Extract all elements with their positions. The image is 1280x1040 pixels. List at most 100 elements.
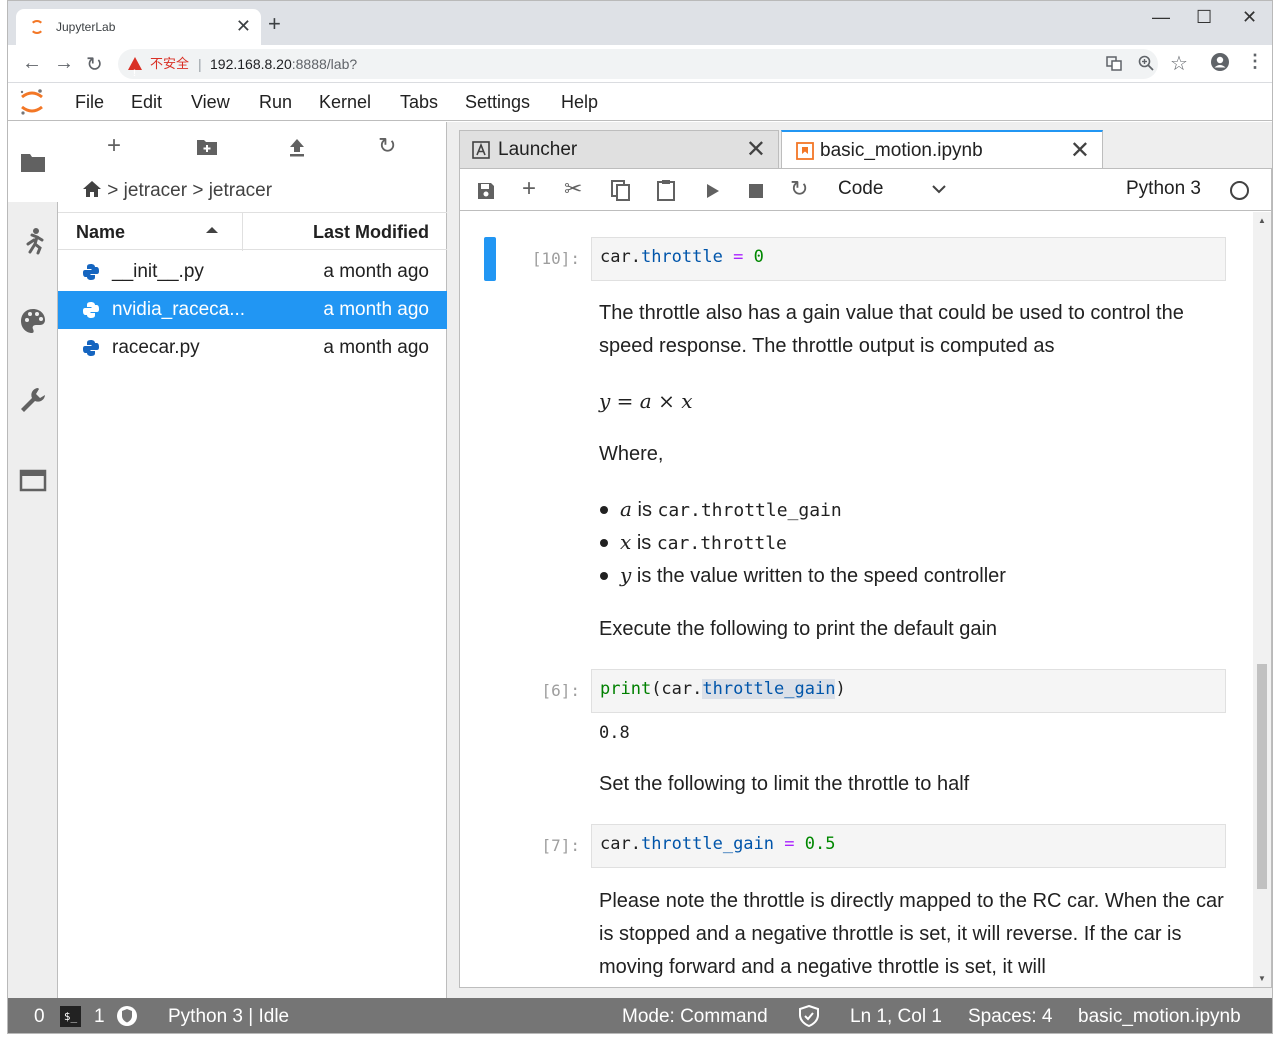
indent-spaces[interactable]: Spaces: 4 <box>968 1006 1053 1028</box>
menu-kernel[interactable]: Kernel <box>319 92 371 113</box>
menu-run[interactable]: Run <box>259 92 292 113</box>
new-folder-icon[interactable] <box>196 138 218 156</box>
menu-help[interactable]: Help <box>561 92 598 113</box>
cut-icon[interactable]: ✂ <box>564 176 582 202</box>
scroll-up-icon[interactable]: ▲ <box>1258 216 1266 225</box>
scrollbar-thumb[interactable] <box>1257 664 1267 889</box>
file-name: nvidia_raceca... <box>112 299 246 320</box>
cell-type-dropdown[interactable]: Code <box>838 178 883 200</box>
python-file-icon <box>83 302 99 318</box>
notebook-cells[interactable]: [10]: car.throttle = 0 The throttle also… <box>460 212 1253 987</box>
wrench-icon[interactable] <box>18 385 48 415</box>
status-bar: 0 $_ 1 Python 3 | Idle Mode: Command Ln … <box>8 998 1272 1033</box>
notebook-icon <box>796 142 814 160</box>
maximize-button[interactable]: ☐ <box>1196 7 1212 28</box>
kernel-name[interactable]: Python 3 <box>1126 178 1201 200</box>
insert-cell-button[interactable]: + <box>522 175 536 203</box>
new-launcher-button[interactable]: + <box>107 132 121 160</box>
math-var: y <box>620 563 632 587</box>
bookmark-star-icon[interactable]: ☆ <box>1170 51 1188 76</box>
browser-tabstrip: JupyterLab ✕ + — ☐ ✕ <box>8 1 1272 45</box>
browser-menu-icon[interactable]: ⋮ <box>1246 51 1264 72</box>
modified-column-header[interactable]: Last Modified <box>313 222 429 243</box>
folder-icon[interactable] <box>18 147 48 177</box>
copy-icon[interactable] <box>611 180 631 202</box>
cursor-position[interactable]: Ln 1, Col 1 <box>850 1006 942 1028</box>
palette-icon[interactable] <box>18 306 48 336</box>
refresh-icon[interactable]: ↻ <box>378 133 396 159</box>
name-column-header[interactable]: Name <box>76 222 125 243</box>
profile-icon[interactable] <box>1210 52 1230 77</box>
close-tab-icon[interactable]: ✕ <box>236 16 251 37</box>
menu-edit[interactable]: Edit <box>131 92 162 113</box>
file-row[interactable]: __init__.py a month ago <box>58 253 447 291</box>
menu-tabs[interactable]: Tabs <box>400 92 438 113</box>
translate-icon[interactable] <box>1106 55 1122 76</box>
upload-icon[interactable] <box>288 138 306 158</box>
trusted-shield-icon[interactable] <box>798 1005 820 1027</box>
list-item: a is car.throttle_gain <box>600 493 842 527</box>
home-icon[interactable] <box>82 180 102 198</box>
chevron-down-icon[interactable] <box>932 185 946 195</box>
menu-view[interactable]: View <box>191 92 230 113</box>
run-icon[interactable] <box>706 183 720 199</box>
browser-toolbar: ← → ↻ 不安全 | 192.168.8.20:8888/lab? ☆ ⋮ <box>8 45 1272 88</box>
kernel-status[interactable]: Python 3 | Idle <box>168 1006 289 1028</box>
url-path: :8888/lab? <box>291 56 358 72</box>
address-bar[interactable]: 不安全 | 192.168.8.20:8888/lab? <box>118 49 1158 88</box>
close-tab-icon[interactable]: ✕ <box>1070 136 1090 165</box>
minimize-button[interactable]: — <box>1152 7 1170 28</box>
zoom-icon[interactable] <box>1138 55 1154 76</box>
breadcrumb-item[interactable]: jetracer <box>124 180 187 201</box>
list-item: x is car.throttle <box>600 526 787 560</box>
new-tab-button[interactable]: + <box>268 13 281 35</box>
jupyter-menubar: File Edit View Run Kernel Tabs Settings … <box>8 83 1272 121</box>
running-icon[interactable] <box>18 226 48 256</box>
file-modified: a month ago <box>323 299 429 320</box>
terminal-icon[interactable]: $_ <box>60 1006 81 1027</box>
file-list-header: Name Last Modified <box>58 212 447 251</box>
browser-tab[interactable]: JupyterLab ✕ <box>16 9 261 45</box>
kernel-count[interactable]: 1 <box>94 1006 105 1028</box>
notebook-mode[interactable]: Mode: Command <box>622 1006 768 1028</box>
breadcrumb-sep: > <box>192 180 204 201</box>
math-op: = <box>610 389 640 413</box>
save-icon[interactable] <box>476 181 496 201</box>
stop-icon[interactable] <box>749 184 763 198</box>
window-close-button[interactable]: ✕ <box>1242 7 1257 28</box>
close-tab-icon[interactable]: ✕ <box>746 135 766 164</box>
tabs-icon[interactable] <box>18 465 48 495</box>
code-cell-editor[interactable]: car.throttle = 0 <box>591 237 1226 281</box>
list-text: is <box>631 499 658 521</box>
code-cell-editor[interactable]: print(car.throttle_gain) <box>591 669 1226 713</box>
back-icon[interactable]: ← <box>22 52 42 75</box>
file-name: racecar.py <box>112 337 200 358</box>
security-label[interactable]: 不安全 <box>150 49 189 79</box>
menu-settings[interactable]: Settings <box>465 92 530 113</box>
file-modified: a month ago <box>323 261 429 282</box>
jupyter-favicon-icon <box>30 20 44 34</box>
tab-basic-motion[interactable]: basic_motion.ipynb ✕ <box>781 130 1103 168</box>
scroll-down-icon[interactable]: ▼ <box>1258 974 1266 983</box>
code-cell-editor[interactable]: car.throttle_gain = 0.5 <box>591 824 1226 868</box>
breadcrumb-item[interactable]: jetracer <box>209 180 272 201</box>
file-row-selected[interactable]: nvidia_raceca... a month ago <box>58 291 447 329</box>
main-dock-area: Launcher ✕ basic_motion.ipynb ✕ + ✂ ↻ Co… <box>447 122 1272 998</box>
browser-window: JupyterLab ✕ + — ☐ ✕ ← → ↻ 不安全 | 192.168… <box>7 0 1273 1034</box>
kernel-status-icon <box>1230 181 1249 200</box>
list-text: is the value written to the speed contro… <box>631 565 1006 587</box>
forward-icon[interactable]: → <box>54 52 74 75</box>
restart-kernel-icon[interactable]: ↻ <box>790 176 808 202</box>
kernel-shield-icon[interactable] <box>116 1005 138 1027</box>
reload-icon[interactable]: ↻ <box>86 52 103 77</box>
notebook-scrollbar[interactable]: ▲ ▼ <box>1253 212 1271 987</box>
menu-file[interactable]: File <box>75 92 104 113</box>
markdown-paragraph: Where, <box>599 443 664 465</box>
tab-label: basic_motion.ipynb <box>820 140 983 161</box>
paste-icon[interactable] <box>656 179 676 201</box>
file-row[interactable]: racecar.py a month ago <box>58 329 447 367</box>
sort-ascending-icon[interactable] <box>206 227 218 233</box>
inline-code: car.throttle <box>656 533 787 554</box>
terminal-count[interactable]: 0 <box>34 1006 45 1028</box>
tab-launcher[interactable]: Launcher ✕ <box>459 130 779 168</box>
